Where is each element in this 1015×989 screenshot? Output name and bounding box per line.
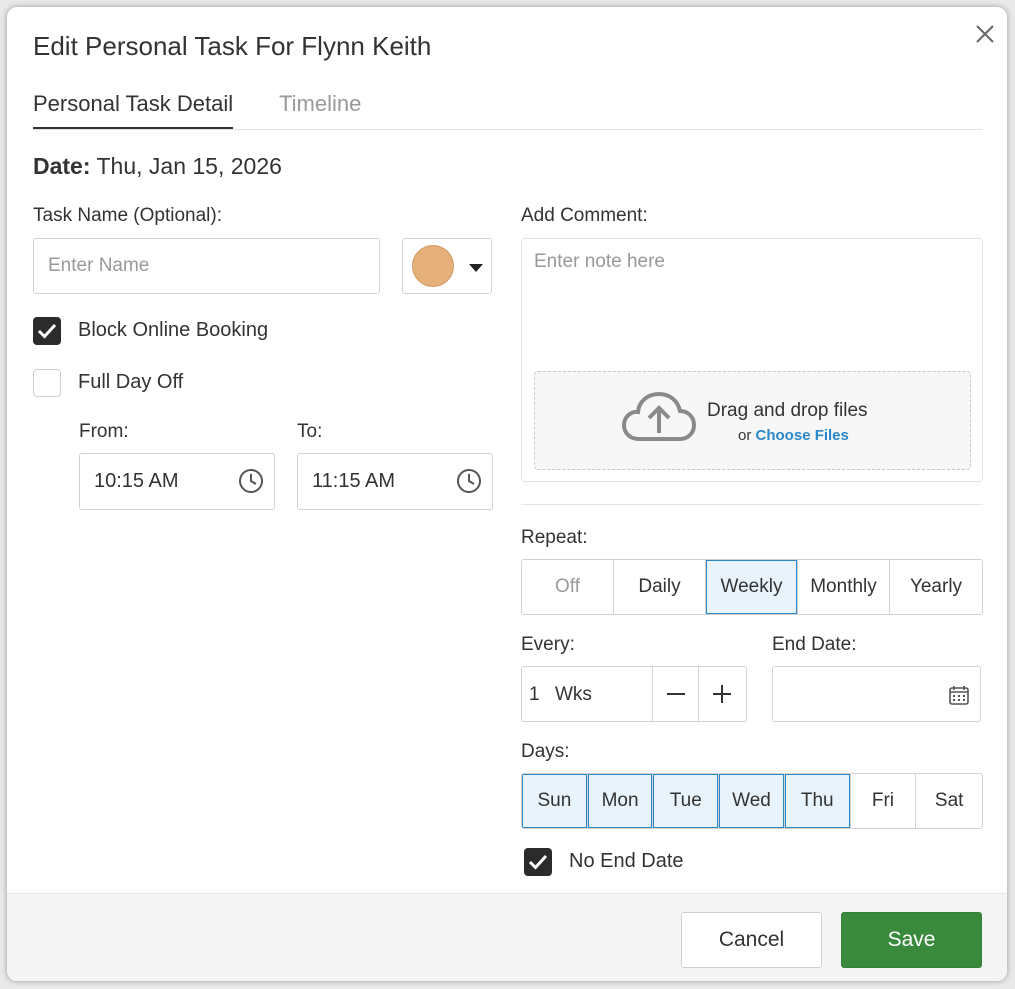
caret-down-icon: [469, 264, 483, 272]
tab-personal-task-detail[interactable]: Personal Task Detail: [33, 91, 234, 129]
file-drop-zone[interactable]: Drag and drop files or Choose Files: [534, 371, 971, 470]
full-day-off-label: Full Day Off: [78, 371, 184, 393]
dialog-title: Edit Personal Task For Flynn Keith: [33, 31, 432, 61]
task-date: Date: Thu, Jan 15, 2026: [33, 153, 282, 180]
from-time-value: 10:15 AM: [94, 470, 179, 492]
day-sun-option[interactable]: Sun: [522, 774, 588, 828]
full-day-off-checkbox[interactable]: [33, 369, 61, 397]
tab-timeline[interactable]: Timeline: [279, 91, 361, 127]
tab-bar: Personal Task Detail Timeline: [33, 87, 982, 130]
comment-area[interactable]: Enter note here Drag and drop files or C…: [521, 238, 983, 482]
day-mon-option[interactable]: Mon: [587, 774, 654, 828]
checkmark-icon: [528, 854, 548, 870]
repeat-weekly-option[interactable]: Weekly: [706, 560, 798, 614]
dialog-footer: Cancel Save: [7, 893, 1007, 981]
end-date-field[interactable]: [772, 666, 981, 722]
every-label: Every:: [521, 634, 575, 655]
drop-zone-subtitle: or Choose Files: [738, 427, 849, 444]
block-online-booking-checkbox[interactable]: [33, 317, 61, 345]
repeat-monthly-option[interactable]: Monthly: [798, 560, 890, 614]
no-end-date-checkbox[interactable]: [524, 848, 552, 876]
day-tue-option[interactable]: Tue: [653, 774, 720, 828]
day-thu-option[interactable]: Thu: [784, 774, 851, 828]
close-icon[interactable]: [973, 22, 997, 46]
days-options: Sun Mon Tue Wed Thu Fri Sat: [521, 773, 983, 829]
date-value: Thu, Jan 15, 2026: [96, 153, 282, 179]
days-label: Days:: [521, 741, 570, 762]
repeat-yearly-option[interactable]: Yearly: [890, 560, 982, 614]
no-end-date-label: No End Date: [569, 850, 684, 872]
calendar-icon: [949, 686, 969, 705]
end-date-label: End Date:: [772, 634, 857, 655]
from-time-field[interactable]: 10:15 AM: [79, 453, 275, 510]
day-sat-option[interactable]: Sat: [916, 774, 982, 828]
task-name-input[interactable]: [33, 238, 380, 294]
block-online-booking-label: Block Online Booking: [78, 319, 269, 341]
minus-icon: [667, 693, 685, 695]
to-time-value: 11:15 AM: [312, 470, 396, 492]
full-day-off-option[interactable]: Full Day Off: [33, 369, 233, 399]
to-time-field[interactable]: 11:15 AM: [297, 453, 493, 510]
drop-zone-title: Drag and drop files: [707, 400, 868, 421]
date-label: Date:: [33, 153, 91, 179]
every-stepper: 1 Wks: [521, 666, 747, 722]
edit-task-dialog: Edit Personal Task For Flynn Keith Perso…: [7, 7, 1007, 981]
task-name-label: Task Name (Optional):: [33, 205, 223, 226]
repeat-options: Off Daily Weekly Monthly Yearly: [521, 559, 983, 615]
repeat-label: Repeat:: [521, 527, 588, 548]
drop-or-text: or: [738, 427, 752, 444]
day-fri-option[interactable]: Fri: [851, 774, 917, 828]
section-divider: [521, 504, 983, 505]
from-label: From:: [79, 421, 129, 442]
save-button[interactable]: Save: [841, 912, 982, 968]
plus-icon: [713, 685, 731, 703]
color-picker[interactable]: [402, 238, 492, 294]
decrement-button[interactable]: [652, 667, 698, 721]
choose-files-link[interactable]: Choose Files: [756, 427, 849, 444]
every-value[interactable]: 1: [529, 684, 540, 706]
to-label: To:: [297, 421, 323, 442]
clock-icon: [457, 469, 481, 493]
no-end-date-option[interactable]: No End Date: [524, 848, 744, 878]
cancel-button[interactable]: Cancel: [681, 912, 822, 968]
repeat-daily-option[interactable]: Daily: [614, 560, 706, 614]
block-online-booking-option[interactable]: Block Online Booking: [33, 317, 333, 347]
add-comment-label: Add Comment:: [521, 205, 648, 226]
clock-icon: [239, 469, 263, 493]
checkmark-icon: [37, 323, 57, 339]
cloud-upload-icon: [621, 391, 697, 441]
repeat-off-option[interactable]: Off: [522, 560, 614, 614]
selected-color-swatch: [412, 245, 454, 287]
increment-button[interactable]: [698, 667, 744, 721]
every-unit: Wks: [555, 684, 592, 705]
day-wed-option[interactable]: Wed: [719, 774, 785, 828]
comment-placeholder[interactable]: Enter note here: [534, 251, 665, 273]
